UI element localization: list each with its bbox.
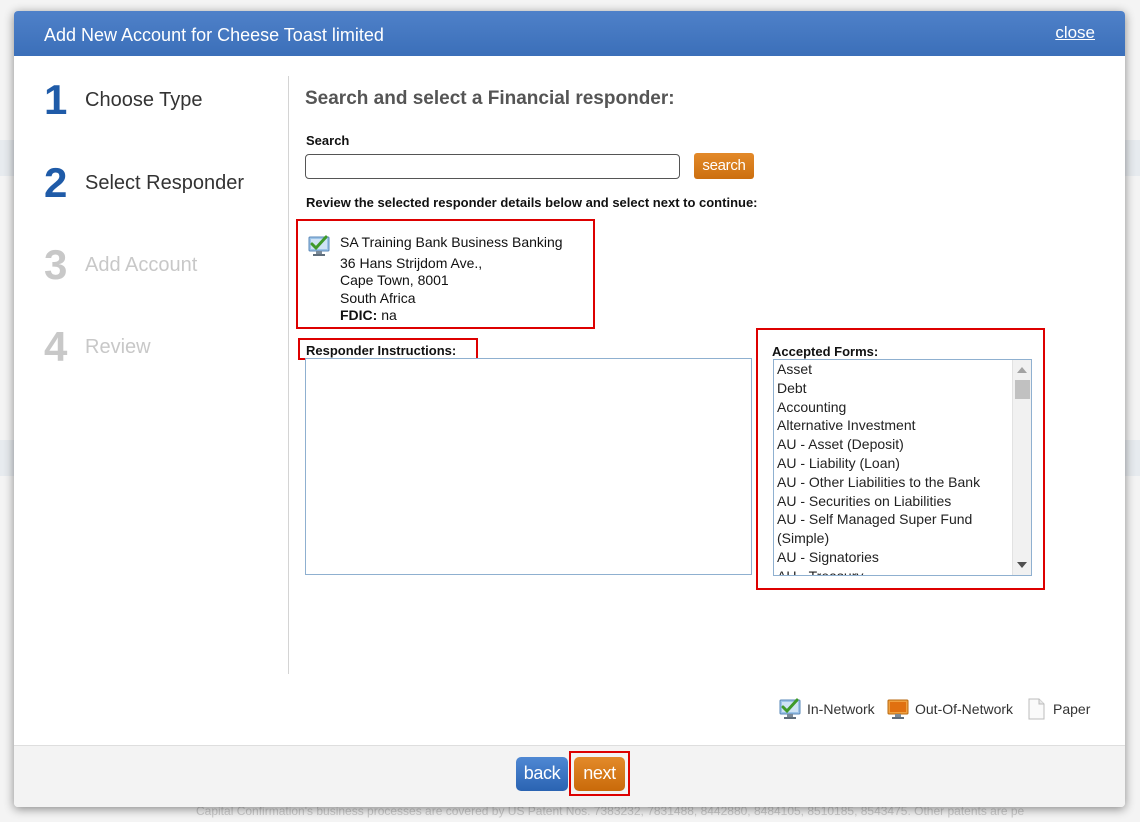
step-number: 2 [44,159,68,206]
next-button[interactable]: next [574,757,625,791]
search-button[interactable]: search [694,153,754,179]
fdic-label: FDIC: [340,307,378,323]
accepted-forms-items: Asset Debt Accounting Alternative Invest… [777,360,1012,575]
list-item[interactable]: Asset [777,360,1012,379]
forms-scrollbar[interactable] [1012,360,1031,575]
responder-name: SA Training Bank Business Banking [340,234,563,250]
step-number: 1 [44,76,68,123]
list-item[interactable]: AU - Self Managed Super Fund (Simple) [777,510,1012,548]
search-label: Search [306,133,350,148]
responder-instructions-area[interactable] [305,358,752,575]
list-item[interactable]: AU - Liability (Loan) [777,454,1012,473]
legend-label: In-Network [807,701,875,717]
steps-divider [288,76,289,674]
in-network-icon [308,235,330,256]
legend-label: Paper [1053,701,1091,717]
list-item[interactable]: AU - Securities on Liabilities [777,492,1012,511]
scroll-up-arrow-icon[interactable] [1017,367,1027,373]
responder-instructions-label: Responder Instructions: [306,343,457,358]
responder-address-line2: Cape Town, 8001 [340,272,449,288]
responder-country: South Africa [340,289,416,306]
list-item[interactable]: Alternative Investment [777,416,1012,435]
responder-instructions-label-box: Responder Instructions: [298,338,478,360]
out-of-network-icon [887,699,909,719]
step-label: Select Responder [85,172,244,194]
list-item[interactable]: AU - Asset (Deposit) [777,435,1012,454]
add-account-modal: Add New Account for Cheese Toast limited… [14,11,1125,807]
step-choose-type: 1 Choose Type [44,76,294,136]
accepted-forms-list[interactable]: Asset Debt Accounting Alternative Invest… [773,359,1032,576]
step-label: Add Account [85,254,198,276]
search-input[interactable] [305,154,680,179]
list-item[interactable]: AU - Treasury [777,567,1012,575]
scroll-thumb[interactable] [1015,380,1030,399]
step-select-responder: 2 Select Responder [44,159,294,219]
in-network-icon [779,698,801,719]
page-title: Search and select a Financial responder: [305,88,675,109]
accepted-forms-label: Accepted Forms: [772,344,879,359]
list-item[interactable]: AU - Other Liabilities to the Bank [777,473,1012,492]
paper-icon [1028,698,1045,720]
step-label: Review [85,336,151,358]
accepted-forms-box: Accepted Forms: Asset Debt Accounting Al… [756,328,1045,590]
back-button[interactable]: back [516,757,568,791]
responder-info: SA Training Bank Business Banking 36 Han… [340,234,563,325]
fdic-value: na [381,307,397,323]
close-link[interactable]: close [1055,23,1095,43]
review-instruction-text: Review the selected responder details be… [306,195,758,210]
modal-header: Add New Account for Cheese Toast limited… [14,11,1125,56]
legend-label: Out-Of-Network [915,701,1014,717]
step-number: 3 [44,241,68,288]
step-review: 4 Review [44,323,294,383]
list-item[interactable]: Debt [777,379,1012,398]
list-item[interactable]: Accounting [777,398,1012,417]
step-add-account: 3 Add Account [44,241,294,301]
next-button-highlight: next [569,751,630,796]
step-label: Choose Type [85,89,203,111]
responder-fdic: FDIC: na [340,307,563,325]
selected-responder-details: SA Training Bank Business Banking 36 Han… [296,219,595,329]
scroll-down-arrow-icon[interactable] [1017,562,1027,568]
list-item[interactable]: AU - Signatories [777,548,1012,567]
modal-title: Add New Account for Cheese Toast limited [44,25,384,45]
step-number: 4 [44,323,68,370]
responder-address-line1: 36 Hans Strijdom Ave., [340,254,483,271]
